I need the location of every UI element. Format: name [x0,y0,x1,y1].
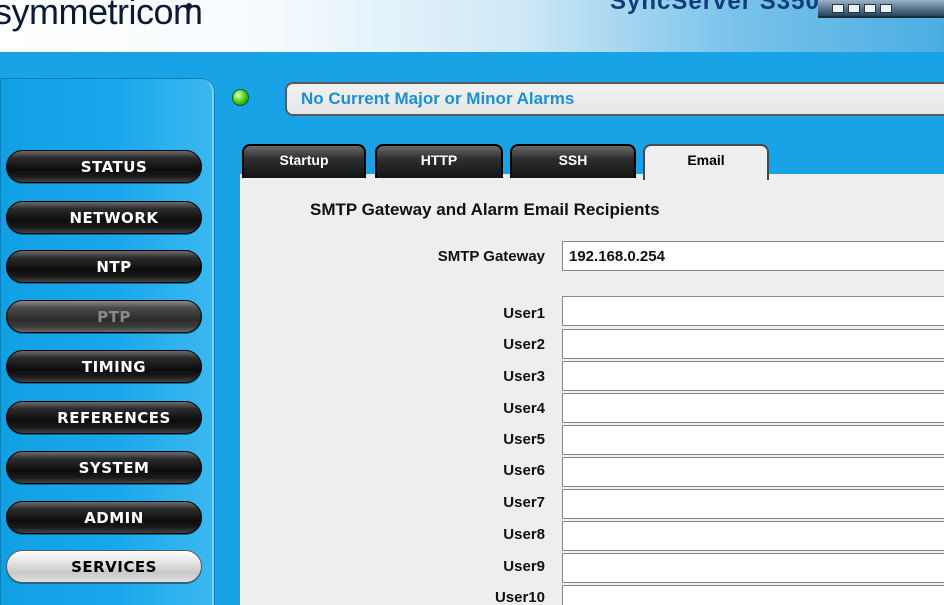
logo-mark-icon [186,3,192,9]
user2-label: User2 [503,336,545,353]
alarm-status-led-icon [233,90,248,105]
user3-label: User3 [503,368,545,385]
sidebar-item-services[interactable]: SERVICES [6,550,202,583]
product-title: SyncServer S350 [610,0,820,15]
user1-label: User1 [503,305,545,322]
user1-email-input[interactable] [562,296,944,326]
user8-email-input[interactable] [562,521,944,551]
alarm-status-message: No Current Major or Minor Alarms [285,82,944,116]
device-port-icon [864,4,876,13]
user8-label: User8 [503,526,545,543]
device-port-icon [848,4,860,13]
user2-email-input[interactable] [562,329,944,359]
user7-label: User7 [503,494,545,511]
user4-label: User4 [503,400,545,417]
sidebar-item-network[interactable]: NETWORK [6,201,202,234]
user5-label: User5 [503,431,545,448]
smtp-gateway-input[interactable] [562,241,944,271]
sidebar-item-ntp[interactable]: NTP [6,250,202,283]
user9-label: User9 [503,558,545,575]
sidebar-item-references[interactable]: REFERENCES [6,401,202,434]
header-banner: symmetricom SyncServer S350 [0,0,944,52]
user5-email-input[interactable] [562,425,944,455]
user7-email-input[interactable] [562,489,944,519]
device-port-icon [832,4,844,13]
smtp-gateway-label: SMTP Gateway [437,248,545,265]
user6-label: User6 [503,462,545,479]
company-logo: symmetricom [0,0,203,32]
tab-email[interactable]: Email [643,144,769,180]
sidebar-item-timing[interactable]: TIMING [6,350,202,383]
sidebar-item-ptp[interactable]: PTP [6,300,202,333]
tab-startup[interactable]: Startup [242,144,366,178]
user9-email-input[interactable] [562,553,944,583]
user6-email-input[interactable] [562,457,944,487]
section-title: SMTP Gateway and Alarm Email Recipients [310,200,660,219]
user10-label: User10 [494,589,545,605]
device-port-icon [880,4,892,13]
user4-email-input[interactable] [562,393,944,423]
app-window: symmetricom SyncServer S350 STATUS NETWO… [0,0,944,605]
user3-email-input[interactable] [562,361,944,391]
sidebar-item-system[interactable]: SYSTEM [6,451,202,484]
sidebar-item-admin[interactable]: ADMIN [6,501,202,534]
sidebar-item-status[interactable]: STATUS [6,150,202,183]
user10-email-input[interactable] [562,585,944,605]
tab-http[interactable]: HTTP [375,144,503,178]
tab-ssh[interactable]: SSH [510,144,636,178]
device-image [818,0,944,18]
